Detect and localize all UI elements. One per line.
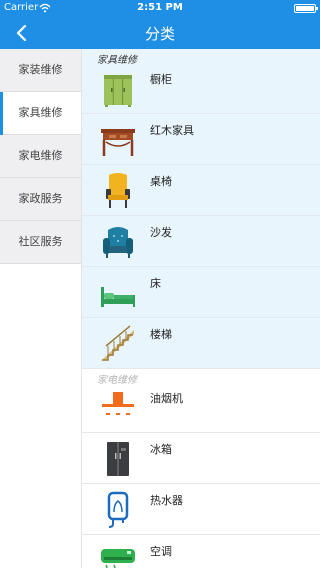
- sidebar-item-furniture-repair[interactable]: 家具维修: [0, 92, 81, 135]
- sidebar-item-community-service[interactable]: 社区服务: [0, 221, 81, 264]
- status-time: 2:51 PM: [137, 2, 183, 13]
- sidebar-item-home-decoration-repair[interactable]: 家装维修: [0, 49, 81, 92]
- item-label: 热水器: [150, 494, 183, 507]
- back-button[interactable]: [8, 20, 34, 46]
- sidebar-item-label: 家政服务: [18, 192, 63, 205]
- item-label: 油烟机: [150, 392, 183, 405]
- list-item[interactable]: 空调: [82, 536, 320, 568]
- item-label: 床: [150, 277, 161, 290]
- stairs-icon: [102, 325, 134, 361]
- list-item[interactable]: 橱柜: [82, 64, 320, 114]
- list-item[interactable]: 红木家具: [82, 115, 320, 165]
- section-appliance-repair: 家电维修 油烟机 冰箱 热水器 空调: [82, 369, 320, 568]
- category-sidebar: 家装维修 家具维修 家电维修 家政服务 社区服务: [0, 49, 82, 568]
- water-heater-icon: [107, 491, 129, 528]
- status-bar: Carrier 2:51 PM: [0, 0, 320, 16]
- app-screen: Carrier 2:51 PM 分类 家装维修 家具维修 家电维修 家政服务 社…: [0, 0, 320, 568]
- sidebar-item-housekeeping[interactable]: 家政服务: [0, 178, 81, 221]
- item-label: 空调: [150, 545, 172, 558]
- battery-icon: [294, 4, 318, 13]
- sofa-icon: [103, 227, 133, 258]
- list-item[interactable]: 楼梯: [82, 319, 320, 369]
- battery-level-fill: [296, 6, 314, 11]
- sidebar-item-label: 家具维修: [18, 106, 63, 119]
- list-item[interactable]: 油烟机: [82, 383, 320, 433]
- list-item[interactable]: 沙发: [82, 217, 320, 267]
- list-item[interactable]: 床: [82, 268, 320, 318]
- item-label: 楼梯: [150, 328, 172, 341]
- sidebar-item-label: 家电维修: [18, 149, 63, 162]
- refrigerator-icon: [107, 442, 129, 476]
- navigation-bar: 分类: [0, 16, 320, 49]
- item-label: 沙发: [150, 226, 172, 239]
- item-label: 桌椅: [150, 175, 172, 188]
- chevron-left-icon: [16, 24, 27, 42]
- cabinet-icon: [104, 75, 132, 107]
- sidebar-item-label: 家装维修: [18, 63, 63, 76]
- list-item[interactable]: 桌椅: [82, 166, 320, 216]
- sidebar-item-label: 社区服务: [18, 235, 63, 248]
- category-content: 家具维修 橱柜 红木家具 桌椅 沙发 床 楼梯 家电维修 油烟机 冰箱 热水器 …: [82, 49, 320, 568]
- chair-icon: [106, 173, 130, 208]
- section-furniture-repair: 家具维修 橱柜 红木家具 桌椅 沙发 床 楼梯: [82, 49, 320, 369]
- item-label: 红木家具: [150, 124, 194, 137]
- item-label: 冰箱: [150, 443, 172, 456]
- air-conditioner-icon: [101, 549, 135, 568]
- list-item[interactable]: 热水器: [82, 485, 320, 535]
- list-item[interactable]: 冰箱: [82, 434, 320, 484]
- active-indicator: [0, 92, 3, 135]
- range-hood-icon: [102, 392, 134, 415]
- item-label: 橱柜: [150, 73, 172, 86]
- page-title: 分类: [144, 25, 175, 43]
- bed-icon: [101, 287, 135, 307]
- rosewood-furniture-icon: [101, 129, 135, 156]
- sidebar-item-appliance-repair[interactable]: 家电维修: [0, 135, 81, 178]
